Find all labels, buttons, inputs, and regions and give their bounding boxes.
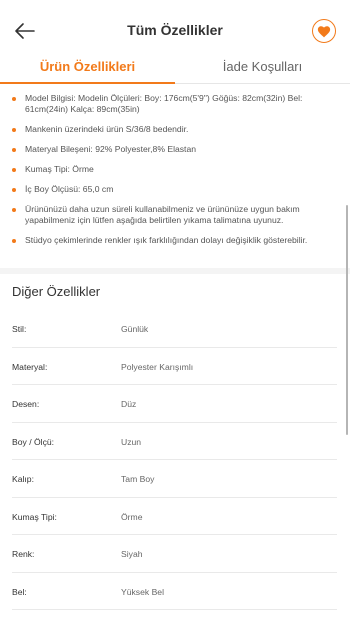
- list-item: Mankenin üzerindeki ürün S/36/8 bedendir…: [12, 124, 330, 135]
- list-item: Materyal Bileşeni: 92% Polyester,8% Elas…: [12, 144, 330, 155]
- table-row: Boy / Ölçü: Uzun: [12, 423, 337, 460]
- attribute-key: Kalıp:: [12, 474, 34, 484]
- table-row: Kalıp: Tam Boy: [12, 460, 337, 498]
- attribute-key: Kumaş Tipi:: [12, 511, 57, 522]
- heart-icon: [317, 25, 331, 37]
- table-row: Materyal: Polyester Karışımlı: [12, 348, 337, 385]
- tab-product-features[interactable]: Ürün Özellikleri: [0, 54, 175, 84]
- page-title: Tüm Özellikler: [127, 22, 223, 38]
- tab-return-conditions[interactable]: İade Koşulları: [175, 54, 350, 84]
- attribute-key: Bel:: [12, 586, 27, 597]
- table-row: Renk: Siyah: [12, 535, 337, 573]
- bullet-dot: [12, 97, 16, 101]
- list-item: Stüdyo çekimlerinde renkler ışık farklıl…: [12, 235, 330, 246]
- attribute-value: Günlük: [121, 324, 149, 334]
- feature-list: Model Bilgisi: Modelin Ölçüleri: Boy: 17…: [0, 86, 344, 255]
- bullet-dot: [12, 208, 16, 212]
- table-row: Desen: Düz: [12, 385, 337, 423]
- attribute-value: Siyah: [121, 549, 143, 559]
- attribute-key: Materyal:: [12, 361, 48, 372]
- attribute-value: Polyester Karışımlı: [121, 361, 194, 372]
- bullet-dot: [12, 239, 16, 243]
- section-divider: [0, 268, 350, 274]
- list-item: İç Boy Ölçüsü: 65,0 cm: [12, 184, 330, 195]
- header: Tüm Özellikler: [0, 0, 350, 54]
- attribute-key: Desen:: [12, 399, 40, 409]
- tab-bar: Ürün Özellikleri İade Koşulları: [0, 54, 350, 84]
- bullet-dot: [12, 148, 16, 152]
- list-item: Model Bilgisi: Modelin Ölçüleri: Boy: 17…: [12, 93, 330, 115]
- attribute-value: Örme: [121, 511, 143, 522]
- favorite-button[interactable]: [312, 19, 336, 43]
- section-title: Diğer Özellikler: [12, 284, 101, 299]
- bullet-dot: [12, 168, 16, 172]
- attribute-value: Uzun: [121, 436, 142, 447]
- bullet-dot: [12, 128, 16, 132]
- attributes-table: Stil: Günlük Materyal: Polyester Karışımlı…: [12, 310, 337, 610]
- attribute-value: Düz: [121, 399, 137, 409]
- bullet-dot: [12, 188, 16, 192]
- list-item: Kumaş Tipi: Örme: [12, 164, 330, 175]
- attribute-value: Yüksek Bel: [121, 586, 164, 597]
- attribute-value: Tam Boy: [121, 474, 155, 484]
- attribute-key: Renk:: [12, 549, 35, 559]
- attribute-key: Boy / Ölçü:: [12, 436, 55, 447]
- attribute-key: Stil:: [12, 324, 27, 334]
- table-row: Stil: Günlük: [12, 310, 337, 348]
- table-row: Kumaş Tipi: Örme: [12, 498, 337, 535]
- list-item: Ürününüzü daha uzun süreli kullanabilmen…: [12, 204, 330, 226]
- scrollbar[interactable]: [346, 205, 348, 435]
- table-row: Bel: Yüksek Bel: [12, 573, 337, 610]
